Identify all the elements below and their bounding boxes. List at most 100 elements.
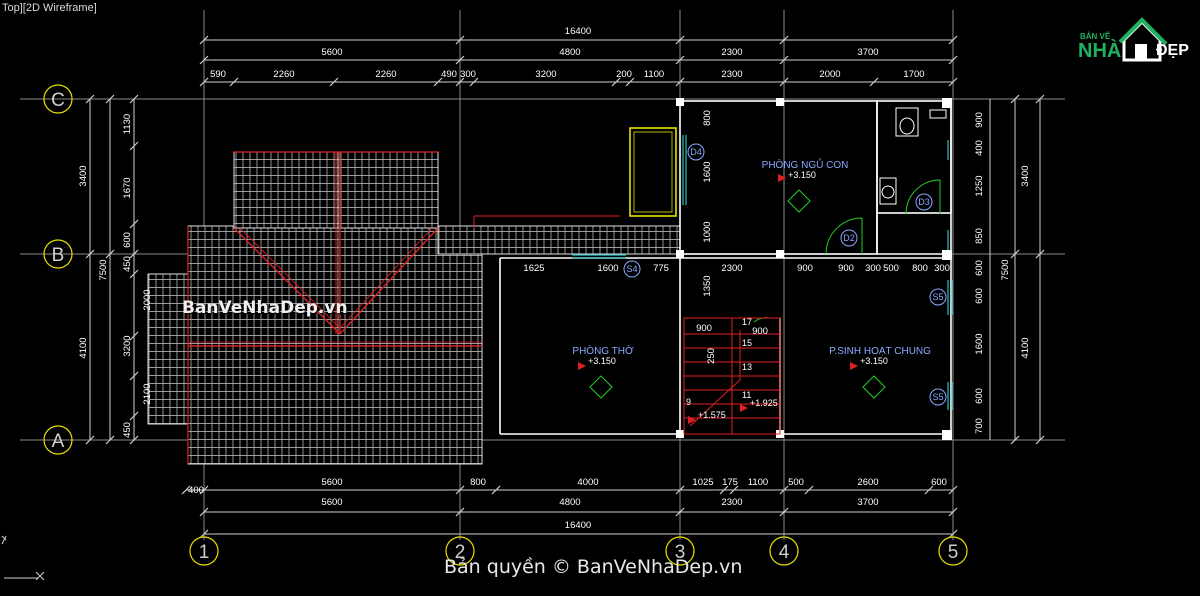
room-level-living: +3.150 xyxy=(860,356,888,366)
roof-edge-strip xyxy=(147,273,189,425)
logo-text-nha: NHÀ xyxy=(1078,40,1122,62)
balcony xyxy=(629,127,677,217)
svg-text:4000: 4000 xyxy=(577,477,598,488)
watermark-center: BanVeNhaDep.vn xyxy=(182,298,348,318)
svg-text:2000: 2000 xyxy=(142,289,153,310)
svg-text:2300: 2300 xyxy=(721,263,742,274)
level-marker-flags xyxy=(578,174,858,424)
svg-text:800: 800 xyxy=(702,110,713,126)
cad-viewport[interactable]: 17 15 13 11 9 +1.925 +1.575 PHÒNG NGỦ CO… xyxy=(0,0,1200,596)
grid-col-1: 1 xyxy=(199,542,210,563)
svg-text:1000: 1000 xyxy=(702,221,713,242)
svg-text:300: 300 xyxy=(460,69,476,80)
svg-text:900: 900 xyxy=(974,112,985,128)
svg-text:450: 450 xyxy=(122,422,133,438)
roof-mid xyxy=(437,225,681,255)
svg-text:3400: 3400 xyxy=(1020,165,1031,186)
svg-text:3400: 3400 xyxy=(78,165,89,186)
svg-text:700: 700 xyxy=(974,418,985,434)
svg-text:800: 800 xyxy=(470,477,486,488)
svg-text:1130: 1130 xyxy=(122,114,133,134)
svg-text:600: 600 xyxy=(931,477,947,488)
svg-text:2600: 2600 xyxy=(857,477,878,488)
svg-text:500: 500 xyxy=(788,477,804,488)
svg-text:1600: 1600 xyxy=(597,263,618,274)
svg-text:850: 850 xyxy=(974,228,985,244)
svg-text:600: 600 xyxy=(122,232,133,248)
svg-text:1100: 1100 xyxy=(748,477,768,488)
svg-text:490: 490 xyxy=(441,69,457,80)
floor-plan-drawing: 17 15 13 11 9 +1.925 +1.575 PHÒNG NGỦ CO… xyxy=(1,10,1065,581)
svg-text:590: 590 xyxy=(210,69,226,80)
tag-S5-a: S5 xyxy=(932,292,943,302)
stair-level-1: +1.925 xyxy=(750,398,778,408)
svg-text:4800: 4800 xyxy=(559,497,580,508)
svg-text:2000: 2000 xyxy=(819,69,840,80)
stair-step-13: 13 xyxy=(742,362,752,372)
roof-left xyxy=(187,225,483,465)
svg-text:5600: 5600 xyxy=(321,497,342,508)
tag-S5-b: S5 xyxy=(932,392,943,402)
logo-text-dep: ĐẸP xyxy=(1156,42,1189,59)
svg-text:500: 500 xyxy=(883,263,899,274)
grid-row-B: B xyxy=(52,245,65,266)
stair-step-9: 9 xyxy=(686,397,691,407)
svg-text:450: 450 xyxy=(122,256,133,272)
svg-text:1625: 1625 xyxy=(523,263,544,274)
room-level-bedroom: +3.150 xyxy=(788,170,816,180)
copyright-watermark: Bản quyền © BanVeNhaDep.vn xyxy=(444,556,743,578)
svg-text:3700: 3700 xyxy=(857,47,878,58)
svg-text:2300: 2300 xyxy=(721,497,742,508)
wc-fixtures xyxy=(879,107,947,205)
svg-text:4100: 4100 xyxy=(78,337,89,358)
svg-text:900: 900 xyxy=(752,326,768,337)
svg-text:7500: 7500 xyxy=(98,259,109,280)
svg-text:1600: 1600 xyxy=(974,333,985,354)
grid-col-4: 4 xyxy=(779,542,790,563)
svg-text:400: 400 xyxy=(188,485,204,496)
svg-text:1700: 1700 xyxy=(903,69,924,80)
svg-text:2260: 2260 xyxy=(273,69,294,80)
bottom-overall: 16400 xyxy=(565,520,591,531)
svg-text:1600: 1600 xyxy=(702,161,713,182)
svg-text:2100: 2100 xyxy=(142,383,153,404)
svg-text:4800: 4800 xyxy=(559,47,580,58)
svg-text:1350: 1350 xyxy=(702,275,713,296)
svg-text:775: 775 xyxy=(653,263,669,274)
svg-text:600: 600 xyxy=(974,288,985,304)
svg-text:1670: 1670 xyxy=(122,177,133,198)
svg-text:7500: 7500 xyxy=(1000,259,1011,280)
brand-logo: BẢN VẼ NHÀ ĐẸP xyxy=(1072,12,1196,68)
svg-text:4100: 4100 xyxy=(1020,337,1031,358)
svg-text:3200: 3200 xyxy=(122,335,133,356)
svg-text:1250: 1250 xyxy=(974,175,985,196)
roof-top-right xyxy=(337,151,439,229)
svg-text:300: 300 xyxy=(865,263,881,274)
svg-text:5600: 5600 xyxy=(321,47,342,58)
stair-step-15: 15 xyxy=(742,338,752,348)
ucs-icon xyxy=(1,535,45,581)
viewport-label[interactable]: Top][2D Wireframe] xyxy=(2,2,97,14)
svg-text:900: 900 xyxy=(696,323,712,334)
tag-S4: S4 xyxy=(626,264,637,274)
tag-D3: D3 xyxy=(918,197,930,207)
grid-row-C: C xyxy=(51,90,65,111)
svg-text:400: 400 xyxy=(974,140,985,156)
stair-level-2: +1.575 xyxy=(698,410,726,420)
roof-top-left xyxy=(233,151,339,229)
columns xyxy=(676,98,952,440)
svg-text:175: 175 xyxy=(722,477,738,488)
level-markers xyxy=(589,189,886,399)
svg-text:2300: 2300 xyxy=(721,69,742,80)
svg-text:600: 600 xyxy=(974,388,985,404)
svg-text:900: 900 xyxy=(838,263,854,274)
svg-text:600: 600 xyxy=(974,260,985,276)
room-level-altar: +3.150 xyxy=(588,356,616,366)
svg-text:1100: 1100 xyxy=(644,69,664,80)
svg-text:250: 250 xyxy=(706,348,717,364)
grid-col-5: 5 xyxy=(948,542,959,563)
stair-step-17: 17 xyxy=(742,317,752,327)
tag-D4: D4 xyxy=(690,147,702,157)
top-overall: 16400 xyxy=(565,26,591,37)
svg-text:5600: 5600 xyxy=(321,477,342,488)
